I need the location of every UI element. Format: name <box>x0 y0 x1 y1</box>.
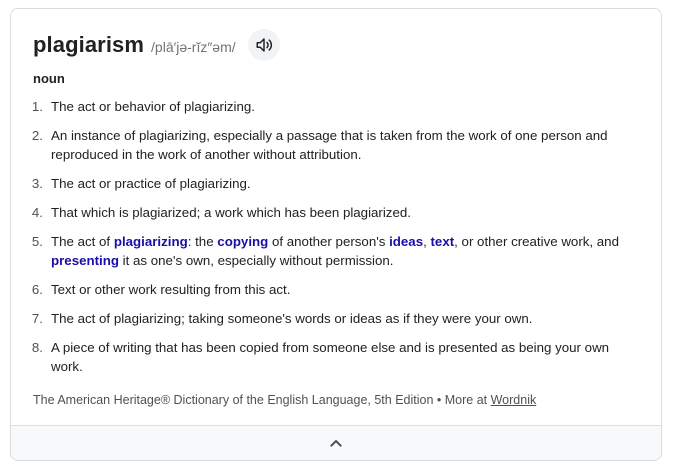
definition-item: 8. A piece of writing that has been copi… <box>11 338 641 376</box>
definition-number: 6. <box>31 282 43 297</box>
definition-text-part: of another person's <box>268 234 390 249</box>
definition-text: That which is plagiarized; a work which … <box>51 205 411 220</box>
source-text: The American Heritage® Dictionary of the… <box>33 393 434 407</box>
chevron-up-icon <box>330 440 342 447</box>
definition-number: 3. <box>31 176 43 191</box>
definition-item: 2. An instance of plagiarizing, especial… <box>11 126 641 164</box>
keyword-link-ideas[interactable]: ideas <box>389 234 423 249</box>
definition-text-part: The act of <box>51 234 114 249</box>
definition-text: The act or behavior of plagiarizing. <box>51 99 255 114</box>
play-pronunciation-button[interactable] <box>247 29 280 61</box>
collapse-button[interactable] <box>11 425 661 460</box>
definition-list: 1. The act or behavior of plagiarizing. … <box>11 97 641 386</box>
definition-item: 1. The act or behavior of plagiarizing. <box>11 97 641 116</box>
definition-number: 4. <box>31 205 43 220</box>
definition-item: 6. Text or other work resulting from thi… <box>11 280 641 299</box>
definition-text: The act of plagiarizing; taking someone'… <box>51 311 533 326</box>
definition-item: 4. That which is plagiarized; a work whi… <box>11 203 641 222</box>
definition-number: 7. <box>31 311 43 326</box>
wordnik-link[interactable]: Wordnik <box>491 393 537 407</box>
definition-text: An instance of plagiarizing, especially … <box>51 128 608 162</box>
pronunciation: /plā′jə-rĭz″əm/ <box>151 38 236 55</box>
definition-item: 7. The act of plagiarizing; taking someo… <box>11 309 641 328</box>
definition-text-part: , <box>423 234 431 249</box>
definition-number: 1. <box>31 99 43 114</box>
definition-item: 5. The act of plagiarizing: the copying … <box>11 232 641 270</box>
definition-number: 8. <box>31 340 43 355</box>
source-attribution: The American Heritage® Dictionary of the… <box>33 393 536 407</box>
part-of-speech: noun <box>33 71 65 86</box>
headword: plagiarism <box>33 32 145 57</box>
definition-text: The act of plagiarizing: the copying of … <box>51 232 641 270</box>
keyword-link-text[interactable]: text <box>431 234 455 249</box>
definition-item: 3. The act or practice of plagiarizing. <box>11 174 641 193</box>
keyword-link-copying[interactable]: copying <box>217 234 268 249</box>
source-separator: • <box>433 393 445 407</box>
definition-text-part: : the <box>187 234 218 249</box>
speaker-icon <box>256 38 272 52</box>
definition-number: 2. <box>31 128 43 143</box>
keyword-link-presenting[interactable]: presenting <box>51 253 119 268</box>
definition-card: plagiarism /plā′jə-rĭz″əm/ noun 1. The a… <box>10 8 662 461</box>
definition-text: Text or other work resulting from this a… <box>51 282 291 297</box>
entry-header: plagiarism /plā′jə-rĭz″əm/ <box>33 29 280 61</box>
keyword-link-plagiarizing[interactable]: plagiarizing <box>114 234 188 249</box>
definition-text: A piece of writing that has been copied … <box>51 340 610 374</box>
definition-text-part: it as one's own, especially without perm… <box>118 253 394 268</box>
definition-number: 5. <box>31 234 43 249</box>
definition-text-part: , or other creative work, and <box>454 234 619 249</box>
more-at-label: More at <box>444 393 491 407</box>
definition-text: The act or practice of plagiarizing. <box>51 176 251 191</box>
